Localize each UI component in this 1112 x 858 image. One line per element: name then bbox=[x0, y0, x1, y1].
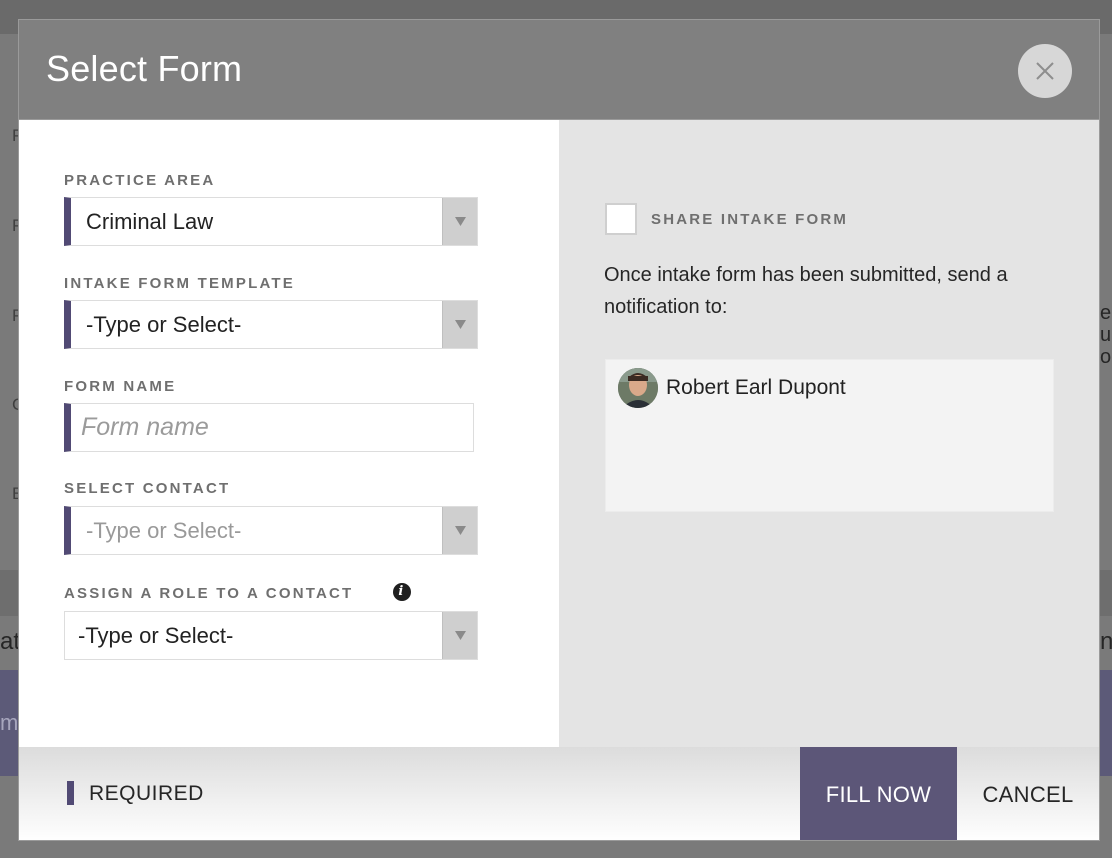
contact-select[interactable]: -Type or Select- bbox=[64, 506, 478, 555]
required-legend: REQUIRED bbox=[89, 782, 204, 805]
template-select[interactable]: -Type or Select- bbox=[64, 300, 478, 349]
assign-role-label-text: ASSIGN A ROLE TO A CONTACT bbox=[64, 585, 354, 602]
close-button[interactable] bbox=[1018, 44, 1072, 98]
form-fields-pane: PRACTICE AREA Criminal Law INTAKE FORM T… bbox=[19, 120, 559, 747]
chevron-down-icon bbox=[455, 526, 466, 535]
select-form-modal: Select Form PRACTICE AREA Criminal Law I… bbox=[18, 19, 1100, 841]
background-text: e bbox=[1100, 302, 1112, 324]
role-value: -Type or Select- bbox=[78, 623, 234, 648]
modal-footer: REQUIRED FILL NOW CANCEL bbox=[19, 747, 1099, 840]
notification-recipients-box[interactable]: Robert Earl Dupont bbox=[605, 359, 1054, 512]
template-label: INTAKE FORM TEMPLATE bbox=[64, 275, 295, 292]
modal-header: Select Form bbox=[19, 20, 1099, 120]
close-icon bbox=[1036, 62, 1054, 80]
contact-value: -Type or Select- bbox=[86, 518, 242, 543]
template-value: -Type or Select- bbox=[86, 312, 242, 337]
role-select[interactable]: -Type or Select- bbox=[64, 611, 478, 660]
modal-title: Select Form bbox=[46, 48, 243, 89]
share-pane: SHARE INTAKE FORM Once intake form has b… bbox=[559, 120, 1099, 747]
chevron-down-icon bbox=[455, 631, 466, 640]
practice-area-select[interactable]: Criminal Law bbox=[64, 197, 478, 246]
fill-now-button[interactable]: FILL NOW bbox=[800, 747, 957, 840]
select-contact-label: SELECT CONTACT bbox=[64, 480, 231, 497]
share-intake-checkbox[interactable] bbox=[605, 203, 637, 235]
background-text: ur bbox=[1100, 324, 1112, 346]
practice-area-value: Criminal Law bbox=[86, 209, 214, 234]
cancel-button[interactable]: CANCEL bbox=[957, 747, 1099, 840]
dropdown-arrow-button[interactable] bbox=[442, 301, 477, 348]
avatar bbox=[618, 368, 658, 408]
dropdown-arrow-button[interactable] bbox=[442, 198, 477, 245]
share-intake-label: SHARE INTAKE FORM bbox=[651, 211, 849, 228]
background-text: od bbox=[1100, 346, 1112, 368]
background-tab-text: at bbox=[0, 628, 21, 655]
recipient-name: Robert Earl Dupont bbox=[666, 376, 846, 399]
form-name-label: FORM NAME bbox=[64, 378, 177, 395]
background-tab-text: n bbox=[1100, 628, 1112, 655]
assign-role-label: ASSIGN A ROLE TO A CONTACT i bbox=[64, 583, 411, 602]
dropdown-arrow-button[interactable] bbox=[442, 507, 477, 554]
info-icon[interactable]: i bbox=[393, 583, 411, 601]
required-indicator bbox=[67, 781, 74, 805]
form-name-input[interactable] bbox=[64, 403, 474, 452]
practice-area-label: PRACTICE AREA bbox=[64, 172, 216, 189]
dropdown-arrow-button[interactable] bbox=[442, 612, 477, 659]
chevron-down-icon bbox=[455, 320, 466, 329]
chevron-down-icon bbox=[455, 217, 466, 226]
notification-description: Once intake form has been submitted, sen… bbox=[604, 264, 1008, 318]
